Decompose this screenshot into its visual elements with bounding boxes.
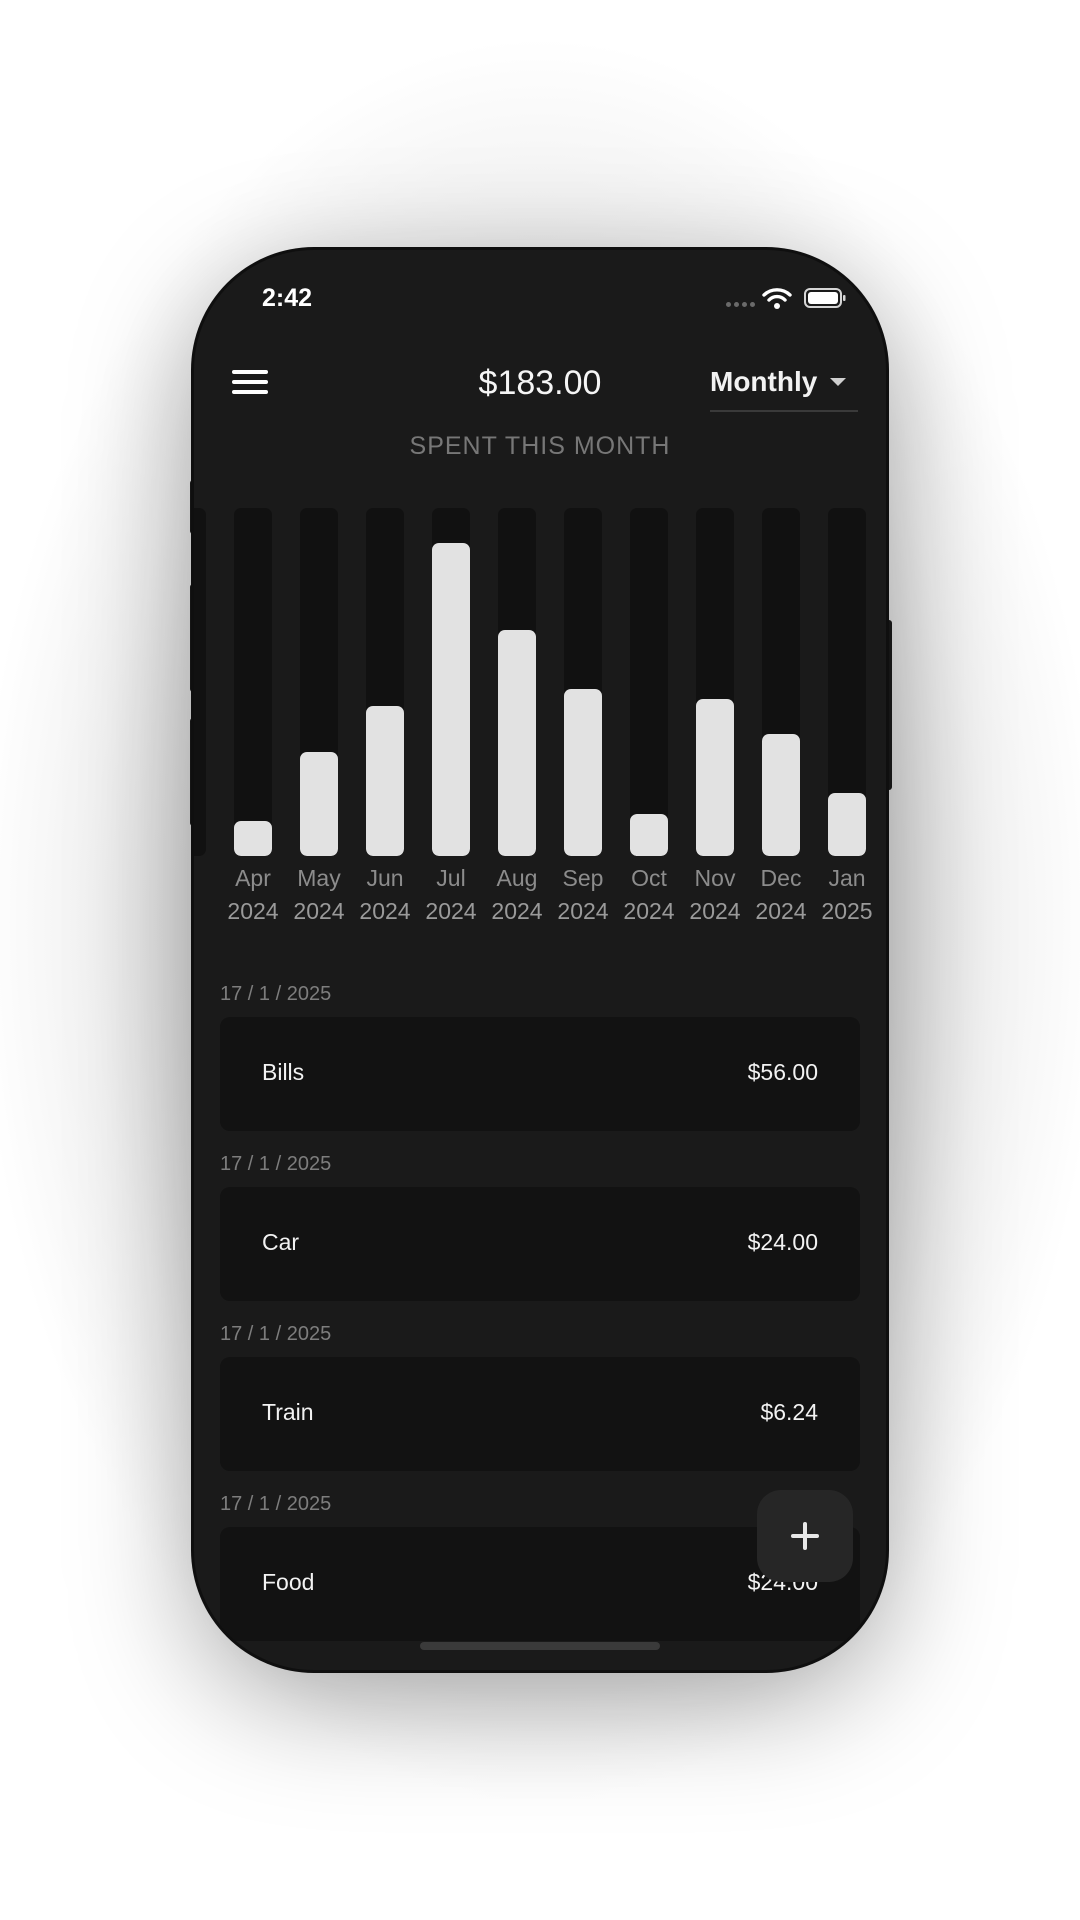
- chart-bar-sep-2024: [564, 689, 602, 856]
- wifi-icon: [762, 288, 792, 309]
- chart-bar-track[interactable]: [762, 508, 800, 856]
- tick-label: Sep 2024: [550, 862, 616, 928]
- tick-label: Jun 2024: [352, 862, 418, 928]
- chart-bar-track[interactable]: [564, 508, 602, 856]
- tick-label-month: May: [297, 865, 341, 891]
- tick-label-month: (: [880, 862, 886, 895]
- chart-bar-apr-2024: [234, 821, 272, 856]
- tick-label: Aug 2024: [484, 862, 550, 928]
- app-header: $183.00 Monthly: [194, 350, 886, 430]
- total-spent-amount: $183.00: [478, 364, 602, 402]
- monthly-spending-chart: r4Apr2024May2024Jun2024Jul2024Aug2024Sep…: [194, 508, 886, 938]
- transaction-date: 17 / 1 / 2025: [220, 1323, 332, 1345]
- signal-icon: [726, 302, 755, 307]
- transaction-date: 17 / 1 / 2025: [220, 1153, 332, 1175]
- transaction-amount: $6.24: [760, 1399, 818, 1425]
- status-bar: 2:42: [194, 250, 886, 330]
- tick-label-month: Jun: [366, 865, 404, 891]
- tick-label: Jan 2025: [814, 862, 880, 928]
- tick-label-month: Nov: [694, 865, 736, 891]
- tick-label: Oct 2024: [616, 862, 682, 928]
- tick-label-year: 2025: [821, 898, 873, 924]
- period-dropdown[interactable]: Monthly: [710, 362, 858, 412]
- chart-bar-track[interactable]: [630, 508, 668, 856]
- tick-label-month: Oct: [631, 865, 667, 891]
- chart-bar-nov-2024: [696, 699, 734, 856]
- tick-label-year: 2024: [623, 898, 675, 924]
- transaction-name: Bills: [262, 1059, 305, 1085]
- hamburger-menu-icon[interactable]: [232, 370, 268, 398]
- transaction-name: Train: [262, 1399, 314, 1425]
- chart-bar-track[interactable]: [498, 508, 536, 856]
- spent-subtitle: SPENT THIS MONTH: [409, 432, 671, 460]
- chart-bar-track[interactable]: [432, 508, 470, 856]
- tick-label-month: Jan: [828, 865, 866, 891]
- tick-label-year: 4: [194, 895, 220, 928]
- transaction-name: Car: [262, 1229, 300, 1255]
- page-background: 2:42 $183.00 Monthly SPENT THIS MONTH Ap…: [0, 0, 1080, 1920]
- tick-label: Apr 2024: [220, 862, 286, 928]
- tick-label: Nov 2024: [682, 862, 748, 928]
- tick-label-year: 2024: [293, 898, 345, 924]
- tick-label-year: 2024: [227, 898, 279, 924]
- tick-label-month: Jul: [436, 865, 466, 891]
- chart-bar-track[interactable]: [696, 508, 734, 856]
- add-expense-button[interactable]: [757, 1490, 853, 1582]
- phone-screen: 2:42 $183.00 Monthly SPENT THIS MONTH Ap…: [194, 250, 886, 1670]
- tick-label: May 2024: [286, 862, 352, 928]
- tick-label-month: Aug: [496, 865, 538, 891]
- tick-label-year: 2024: [425, 898, 477, 924]
- chart-bar-oct-2024: [630, 814, 668, 856]
- transaction-card[interactable]: Train $6.24: [220, 1357, 860, 1471]
- status-time: 2:42: [262, 284, 313, 312]
- tick-label-year: 2024: [491, 898, 543, 924]
- tick-label: Jul 2024: [418, 862, 484, 928]
- tick-label-year: 2024: [755, 898, 807, 924]
- chart-bar-track[interactable]: [828, 508, 866, 856]
- transaction-card[interactable]: Bills $56.00: [220, 1017, 860, 1131]
- tick-label-year: 2024: [689, 898, 741, 924]
- tick-label-partial-right: (: [880, 862, 886, 895]
- chart-bar-may-2024: [300, 752, 338, 856]
- chart-bar-aug-2024: [498, 630, 536, 856]
- chevron-down-icon: [830, 378, 846, 386]
- transaction-date: 17 / 1 / 2025: [220, 1493, 332, 1515]
- period-dropdown-label: Monthly: [710, 366, 818, 397]
- transaction-amount: $24.00: [747, 1229, 818, 1255]
- tick-label-year: 2024: [359, 898, 411, 924]
- chart-bar-track[interactable]: [300, 508, 338, 856]
- transaction-date: 17 / 1 / 2025: [220, 983, 332, 1005]
- tick-label-month: Sep: [562, 865, 604, 891]
- tick-label-partial-left: r4: [194, 862, 220, 928]
- chart-bar-jan-2025: [828, 793, 866, 856]
- chart-bar-partial: [194, 508, 206, 856]
- transaction-card[interactable]: Car $24.00: [220, 1187, 860, 1301]
- tick-label-month: Dec: [760, 865, 802, 891]
- home-indicator: [420, 1642, 660, 1650]
- side-button-power: [886, 620, 892, 790]
- tick-label: Dec 2024: [748, 862, 814, 928]
- chart-bar-jun-2024: [366, 706, 404, 856]
- chart-bar-jul-2024: [432, 543, 470, 856]
- tick-label-year: 2024: [557, 898, 609, 924]
- plus-icon: [791, 1522, 819, 1550]
- chart-bar-track[interactable]: [234, 508, 272, 856]
- chart-bar-dec-2024: [762, 734, 800, 856]
- tick-label-month: r: [194, 862, 220, 895]
- transaction-amount: $56.00: [747, 1059, 818, 1085]
- tick-label-month: Apr: [235, 865, 271, 891]
- transaction-name: Food: [262, 1569, 315, 1595]
- battery-icon: [804, 288, 846, 308]
- chart-bar-track[interactable]: [366, 508, 404, 856]
